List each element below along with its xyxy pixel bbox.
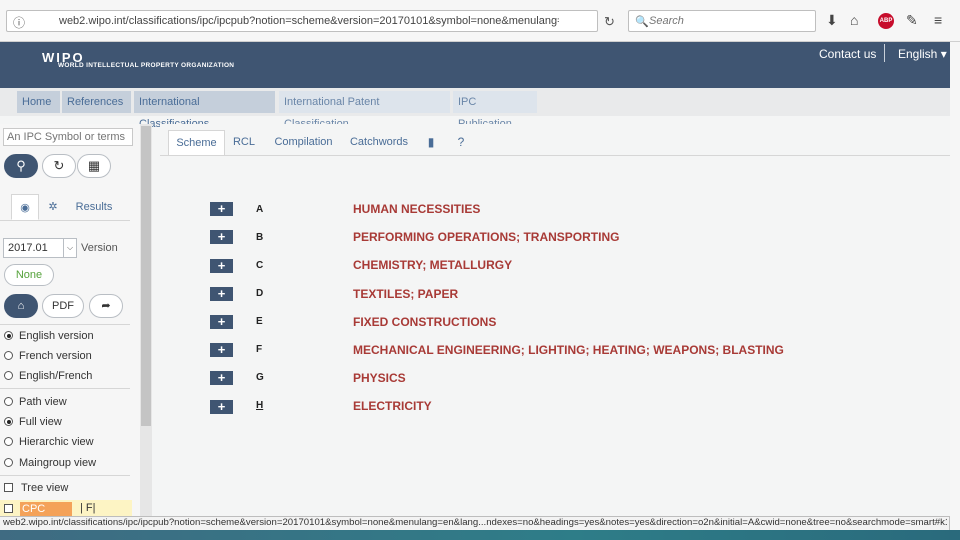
view-option-maingroup[interactable]: Maingroup view: [4, 456, 96, 470]
gear-icon: ✲: [48, 201, 58, 213]
section-symbol[interactable]: D: [256, 288, 263, 299]
extension-icon[interactable]: ✎: [906, 12, 918, 29]
view-option-hierarchic[interactable]: Hierarchic view: [4, 435, 94, 449]
section-symbol[interactable]: B: [256, 232, 263, 243]
section-symbol[interactable]: F: [256, 344, 262, 355]
cpc-label: CPC: [20, 502, 72, 516]
language-option-french[interactable]: French version: [4, 349, 92, 363]
ipc-symbol-search[interactable]: [3, 128, 133, 146]
tab-scheme[interactable]: Scheme: [168, 130, 225, 156]
left-panel-scroll-thumb[interactable]: [141, 126, 151, 426]
section-title[interactable]: HUMAN NECESSITIES: [353, 202, 480, 216]
reload-icon[interactable]: ↻: [604, 14, 615, 30]
left-divider: [0, 324, 130, 325]
section-title[interactable]: PHYSICS: [353, 371, 406, 385]
grid-button[interactable]: ▦: [77, 154, 111, 178]
section-title[interactable]: PERFORMING OPERATIONS; TRANSPORTING: [353, 230, 619, 244]
header-divider: [884, 44, 885, 62]
contact-us-link[interactable]: Contact us: [819, 47, 876, 61]
section-title[interactable]: CHEMISTRY; METALLURGY: [353, 258, 512, 272]
tab-compilation[interactable]: Compilation: [266, 130, 341, 156]
expand-button[interactable]: +: [210, 400, 233, 414]
pdf-button[interactable]: PDF: [42, 294, 84, 318]
language-option-english[interactable]: English version: [4, 329, 94, 343]
left-divider: [0, 388, 130, 389]
breadcrumb-home[interactable]: Home: [17, 91, 60, 113]
version-select[interactable]: 2017.01 ⌵: [3, 238, 77, 258]
page-right-edge: [950, 42, 960, 530]
language-dropdown[interactable]: English ▾: [898, 47, 947, 61]
section-symbol[interactable]: A: [256, 204, 263, 215]
expand-button[interactable]: +: [210, 259, 233, 273]
main-content: [160, 124, 960, 516]
section-title[interactable]: ELECTRICITY: [353, 399, 432, 413]
tab-view[interactable]: ◉: [11, 194, 39, 220]
tree-view-checkbox[interactable]: Tree view: [4, 481, 68, 495]
section-title[interactable]: MECHANICAL ENGINEERING; LIGHTING; HEATIN…: [353, 343, 784, 357]
ipc-symbol-input[interactable]: [4, 129, 132, 145]
section-symbol[interactable]: E: [256, 316, 263, 327]
cpc-checkbox[interactable]: [4, 504, 13, 513]
tab-results[interactable]: Results: [70, 194, 118, 220]
main-tab-divider: [160, 155, 960, 156]
view-option-path[interactable]: Path view: [4, 395, 67, 409]
search-button[interactable]: ⚲: [4, 154, 38, 178]
browser-search-box[interactable]: 🔍: [628, 10, 816, 32]
address-bar[interactable]: ⓘ web2.wipo.int/classifications/ipc/ipcp…: [6, 10, 598, 32]
left-tab-divider: [0, 220, 130, 221]
expand-button[interactable]: +: [210, 230, 233, 244]
book-icon[interactable]: ▮: [420, 130, 442, 156]
chevron-down-icon: ⌵: [63, 239, 76, 257]
version-value: 2017.01: [8, 242, 48, 254]
breadcrumb-ipc-publication[interactable]: IPC Publication: [453, 91, 537, 130]
tab-settings[interactable]: ✲: [42, 194, 64, 220]
address-url: web2.wipo.int/classifications/ipc/ipcpub…: [59, 15, 559, 27]
search-icon: 🔍: [635, 16, 649, 28]
home-button[interactable]: ⌂: [4, 294, 38, 318]
browser-search-input[interactable]: [649, 13, 809, 29]
taskbar-strip: [0, 530, 960, 540]
menu-icon[interactable]: ≡: [934, 12, 942, 28]
version-label: Version: [81, 242, 118, 254]
download-icon[interactable]: ⬇: [826, 12, 838, 29]
cpc-indicator: | F|: [80, 502, 96, 514]
language-option-english-french[interactable]: English/French: [4, 369, 92, 383]
status-link-url: web2.wipo.int/classifications/ipc/ipcpub…: [3, 517, 947, 528]
expand-button[interactable]: +: [210, 343, 233, 357]
expand-button[interactable]: +: [210, 287, 233, 301]
home-icon[interactable]: ⌂: [850, 12, 858, 28]
breadcrumb-international-patent-classification[interactable]: International Patent Classification: [279, 91, 450, 130]
left-divider: [0, 475, 130, 476]
expand-button[interactable]: +: [210, 371, 233, 385]
refresh-button[interactable]: ↻: [42, 154, 76, 178]
section-symbol[interactable]: C: [256, 260, 263, 271]
eye-icon: ◉: [20, 202, 30, 214]
expand-button[interactable]: +: [210, 315, 233, 329]
wipo-logo-subtitle: WORLD INTELLECTUAL PROPERTY ORGANIZATION: [58, 62, 235, 69]
adblock-icon[interactable]: ABP: [878, 13, 894, 29]
site-info-icon[interactable]: ⓘ: [13, 14, 25, 31]
expand-button[interactable]: +: [210, 202, 233, 216]
section-title[interactable]: FIXED CONSTRUCTIONS: [353, 315, 496, 329]
help-icon[interactable]: ?: [450, 130, 472, 156]
breadcrumb-references[interactable]: References: [62, 91, 131, 113]
section-symbol[interactable]: H: [256, 400, 263, 411]
breadcrumb-international-classifications[interactable]: International Classifications: [134, 91, 275, 130]
tab-catchwords[interactable]: Catchwords: [345, 130, 413, 156]
none-button[interactable]: None: [4, 264, 54, 286]
section-title[interactable]: TEXTILES; PAPER: [353, 287, 458, 301]
tab-rcl[interactable]: RCL: [228, 130, 260, 156]
section-symbol[interactable]: G: [256, 372, 264, 383]
share-button[interactable]: ➦: [89, 294, 123, 318]
view-option-full[interactable]: Full view: [4, 415, 62, 429]
